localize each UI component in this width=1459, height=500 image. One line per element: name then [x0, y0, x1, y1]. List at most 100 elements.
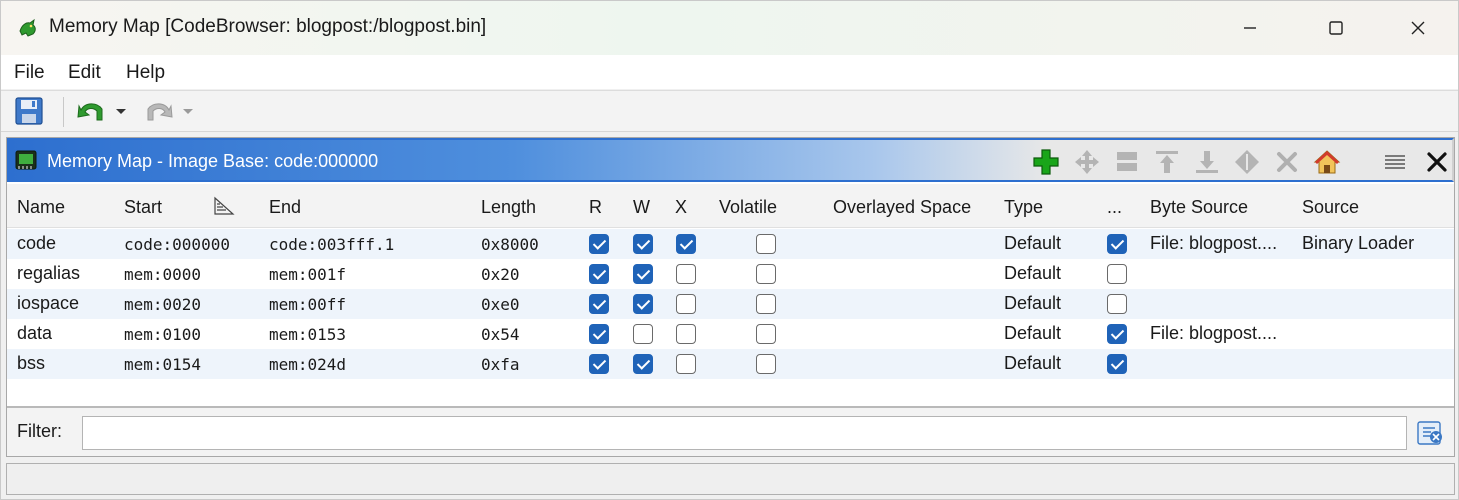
read-checkbox[interactable] [589, 294, 609, 314]
table-row[interactable]: code code:000000 code:003fff.1 0x8000 Defaul… [7, 229, 1454, 259]
col-type[interactable]: Type [1004, 197, 1043, 218]
filter-input[interactable] [82, 416, 1407, 450]
initialized-checkbox[interactable] [1107, 294, 1127, 314]
undo-button[interactable] [75, 96, 109, 126]
cell-end: mem:024d [269, 355, 347, 374]
write-checkbox[interactable] [633, 294, 653, 314]
cell-type: Default [1004, 263, 1062, 283]
initialized-checkbox[interactable] [1107, 234, 1127, 254]
volatile-checkbox[interactable] [756, 264, 776, 284]
cell-end: mem:0153 [269, 325, 347, 344]
memory-map-panel: Memory Map - Image Base: code:000000 Nam… [6, 137, 1455, 457]
col-volatile[interactable]: Volatile [719, 197, 777, 218]
table-row[interactable]: data mem:0100 mem:0153 0x54 Default File: blo… [7, 319, 1454, 349]
set-image-base-icon [1313, 150, 1341, 174]
read-checkbox[interactable] [589, 264, 609, 284]
redo-button[interactable] [141, 96, 175, 126]
expand-down-button[interactable] [1193, 148, 1221, 176]
close-window-button[interactable] [1395, 11, 1441, 45]
initialized-checkbox[interactable] [1107, 264, 1127, 284]
volatile-checkbox[interactable] [756, 354, 776, 374]
col-name[interactable]: Name [17, 197, 65, 218]
save-icon [15, 97, 43, 125]
add-block-icon [1033, 149, 1059, 175]
chevron-down-icon [183, 109, 193, 114]
execute-checkbox[interactable] [676, 354, 696, 374]
col-write[interactable]: W [633, 197, 650, 218]
table-row[interactable]: bss mem:0154 mem:024d 0xfa Default [7, 349, 1454, 379]
cell-byte-source: File: blogpost.... [1150, 323, 1278, 343]
col-execute[interactable]: X [675, 197, 687, 218]
read-checkbox[interactable] [589, 354, 609, 374]
merge-blocks-icon [1235, 150, 1259, 174]
col-length[interactable]: Length [481, 197, 536, 218]
cell-end: mem:001f [269, 265, 347, 284]
close-panel-button[interactable] [1423, 148, 1451, 176]
cell-type: Default [1004, 233, 1062, 253]
minimize-button[interactable] [1227, 11, 1273, 45]
col-overlayed-space[interactable]: Overlayed Space [833, 197, 971, 218]
col-end[interactable]: End [269, 197, 301, 218]
split-block-button[interactable] [1113, 148, 1141, 176]
execute-checkbox[interactable] [676, 264, 696, 284]
add-block-button[interactable] [1032, 148, 1060, 176]
panel-header: Memory Map - Image Base: code:000000 [7, 138, 1454, 182]
expand-up-icon [1156, 151, 1178, 173]
col-read[interactable]: R [589, 197, 602, 218]
save-button[interactable] [14, 96, 44, 126]
chevron-down-icon [116, 109, 126, 114]
table-menu-button[interactable] [1381, 148, 1409, 176]
execute-checkbox[interactable] [676, 234, 696, 254]
initialized-checkbox[interactable] [1107, 354, 1127, 374]
initialized-checkbox[interactable] [1107, 324, 1127, 344]
panel-title: Memory Map - Image Base: code:000000 [47, 151, 379, 171]
col-initialized[interactable]: ... [1107, 197, 1122, 218]
merge-blocks-button[interactable] [1233, 148, 1261, 176]
maximize-button[interactable] [1313, 11, 1359, 45]
redo-dropdown-button[interactable] [181, 96, 195, 126]
table-row[interactable]: iospace mem:0020 mem:00ff 0xe0 Default [7, 289, 1454, 319]
cell-name: iospace [17, 293, 80, 313]
write-checkbox[interactable] [633, 354, 653, 374]
cell-end: code:003fff.1 [269, 235, 395, 254]
split-block-icon [1117, 152, 1137, 171]
expand-up-button[interactable] [1153, 148, 1181, 176]
write-checkbox[interactable] [633, 264, 653, 284]
undo-dropdown-button[interactable] [114, 96, 128, 126]
move-block-icon [1075, 150, 1099, 174]
ghidra-dragon-icon [19, 18, 36, 37]
main-toolbar [1, 90, 1458, 132]
move-block-button[interactable] [1073, 148, 1101, 176]
col-source[interactable]: Source [1302, 197, 1359, 218]
cell-byte-source: File: blogpost.... [1150, 233, 1278, 253]
menu-bar: File Edit Help [1, 55, 1458, 89]
cell-name: code [17, 233, 57, 253]
col-byte-source[interactable]: Byte Source [1150, 197, 1248, 218]
write-checkbox[interactable] [633, 234, 653, 254]
memory-map-window: Memory Map [CodeBrowser: blogpost:/blogp… [0, 0, 1459, 500]
cell-length: 0x54 [481, 325, 520, 344]
sort-ascending-icon [214, 196, 235, 215]
col-start[interactable]: Start [124, 197, 162, 218]
delete-block-button[interactable] [1273, 148, 1301, 176]
execute-checkbox[interactable] [676, 324, 696, 344]
toolbar-separator [63, 97, 64, 127]
cell-type: Default [1004, 323, 1062, 343]
volatile-checkbox[interactable] [756, 294, 776, 314]
window-title: Memory Map [CodeBrowser: blogpost:/blogp… [49, 16, 487, 37]
clear-filter-icon[interactable] [1415, 418, 1445, 448]
menu-help[interactable]: Help [126, 62, 165, 84]
volatile-checkbox[interactable] [756, 324, 776, 344]
set-image-base-button[interactable] [1313, 148, 1341, 176]
table-row[interactable]: regalias mem:0000 mem:001f 0x20 Default [7, 259, 1454, 289]
close-panel-icon [1427, 152, 1447, 172]
cell-length: 0x20 [481, 265, 520, 284]
read-checkbox[interactable] [589, 234, 609, 254]
write-checkbox[interactable] [633, 324, 653, 344]
cell-length: 0xe0 [481, 295, 520, 314]
execute-checkbox[interactable] [676, 294, 696, 314]
menu-edit[interactable]: Edit [68, 62, 101, 84]
volatile-checkbox[interactable] [756, 234, 776, 254]
read-checkbox[interactable] [589, 324, 609, 344]
menu-file[interactable]: File [14, 62, 45, 84]
